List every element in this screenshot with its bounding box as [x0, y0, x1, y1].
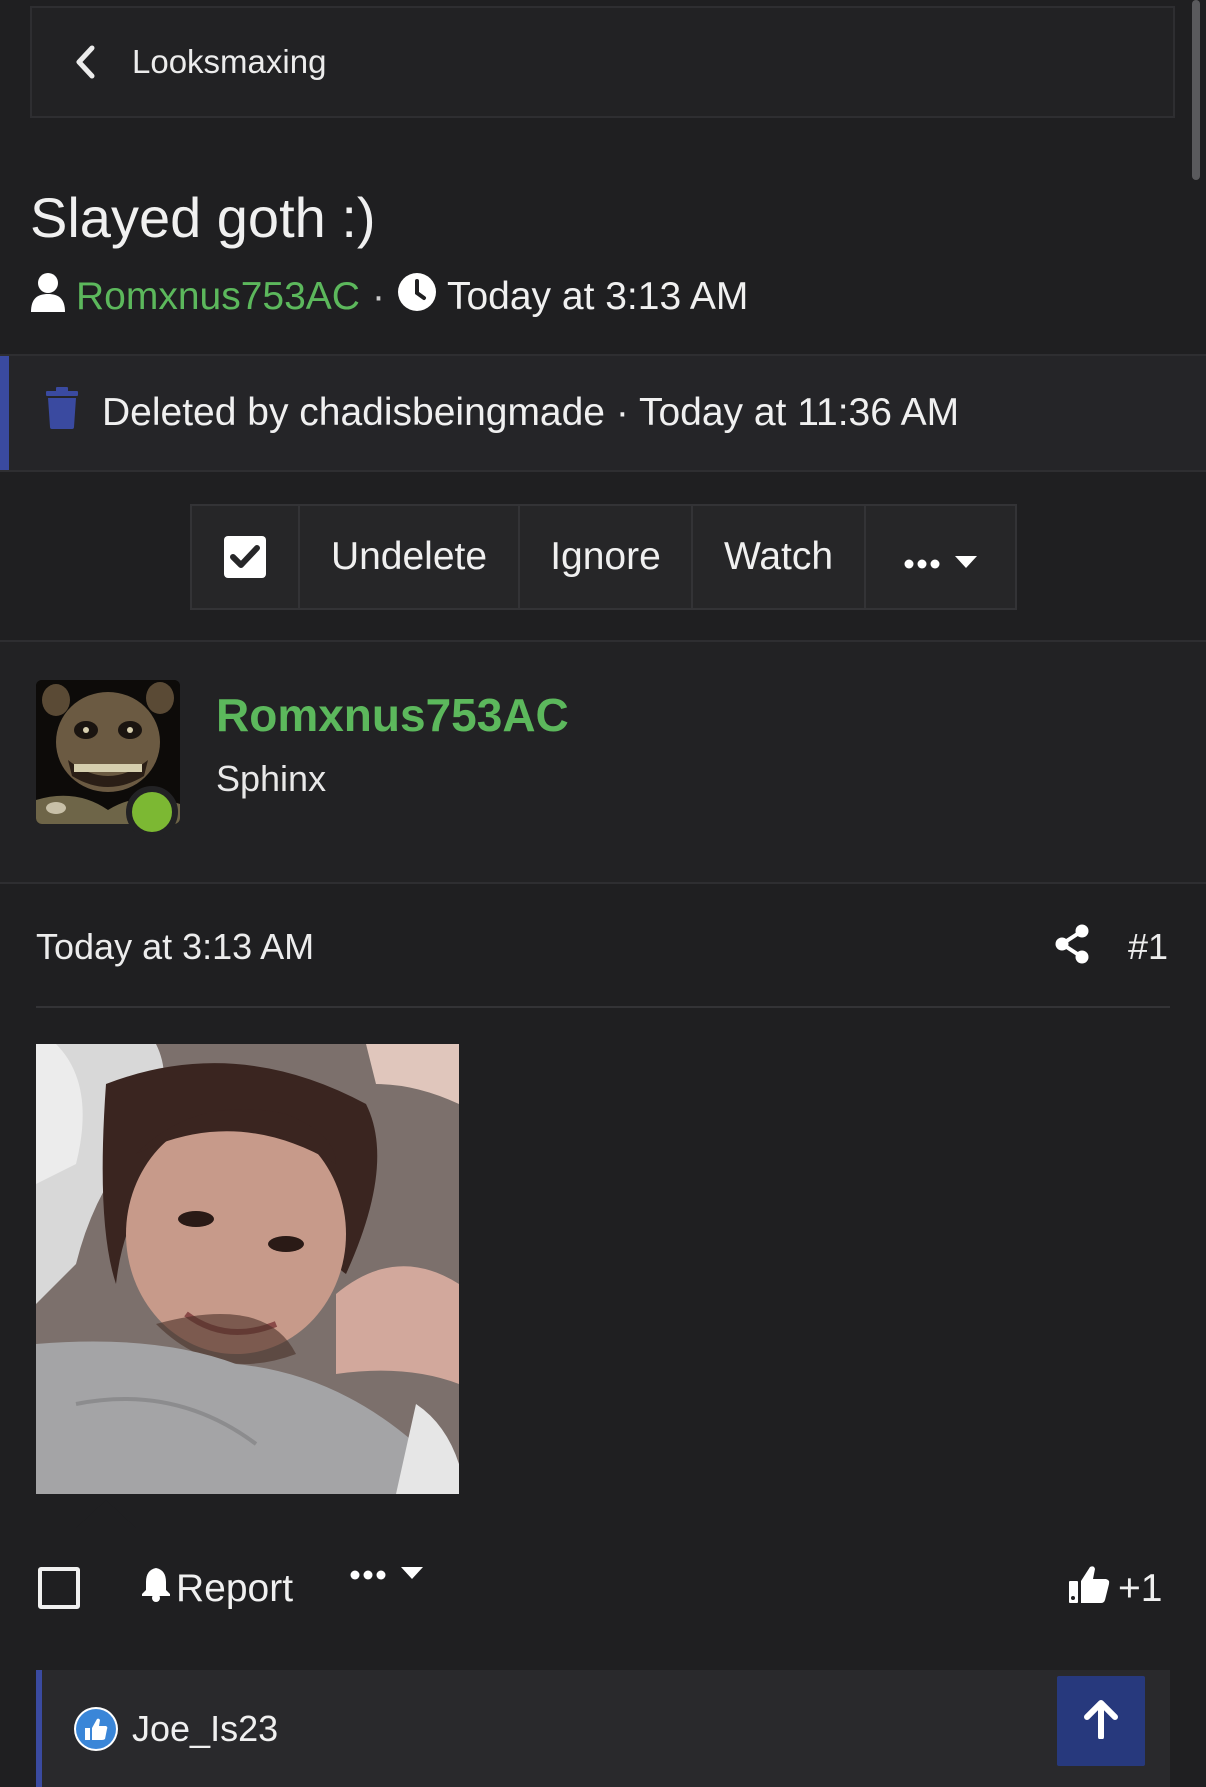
thread-action-bar: Undelete Ignore Watch [190, 504, 1017, 610]
checkmark-icon [224, 536, 266, 578]
trash-icon [44, 387, 80, 439]
thread-title: Slayed goth :) [30, 186, 376, 249]
thumbs-up-icon [1068, 1563, 1110, 1615]
post-more-button[interactable] [350, 1566, 424, 1585]
clock-icon [397, 272, 437, 322]
like-button[interactable]: +1 [1068, 1563, 1162, 1615]
post-image[interactable] [36, 1044, 459, 1494]
thread-meta: Romxnus753AC · Today at 3:13 AM [30, 272, 748, 322]
deleted-notice-text: Deleted by chadisbeingmade · Today at 11… [102, 391, 960, 434]
caret-down-icon [954, 535, 978, 579]
more-options-button[interactable] [866, 506, 1015, 608]
post-time[interactable]: Today at 3:13 AM [36, 926, 314, 968]
watch-button[interactable]: Watch [693, 506, 866, 608]
thread-time[interactable]: Today at 3:13 AM [447, 275, 748, 319]
post-user-header [0, 642, 1206, 1528]
deleted-notice: Deleted by chadisbeingmade · Today at 11… [0, 354, 1206, 472]
post-divider [36, 1006, 1170, 1008]
post-username[interactable]: Romxnus753AC [216, 688, 569, 742]
chevron-left-icon [74, 42, 114, 82]
scroll-to-top-button[interactable] [1057, 1676, 1145, 1766]
post-number-link[interactable]: #1 [1128, 926, 1168, 968]
thread-actions-area: Undelete Ignore Watch [0, 472, 1206, 642]
share-icon[interactable] [1054, 924, 1090, 969]
like-count: +1 [1118, 1567, 1163, 1610]
reactions-bar[interactable]: Joe_Is23 [36, 1670, 1170, 1787]
report-label: Report [176, 1567, 294, 1610]
undelete-button[interactable]: Undelete [300, 506, 520, 608]
thread-author-link[interactable]: Romxnus753AC [76, 275, 360, 319]
ellipsis-icon [350, 1567, 390, 1585]
meta-separator: · [371, 275, 385, 318]
online-indicator [126, 786, 178, 838]
breadcrumb-label: Looksmaxing [132, 43, 327, 80]
post-arrow [76, 1500, 136, 1528]
ignore-button[interactable]: Ignore [520, 506, 693, 608]
user-title: Sphinx [216, 758, 327, 799]
ellipsis-icon [904, 535, 944, 579]
user-icon [30, 272, 66, 322]
bell-icon [140, 1566, 176, 1612]
select-thread-checkbox[interactable] [192, 506, 300, 608]
like-reaction-icon [74, 1706, 118, 1751]
reaction-user[interactable]: Joe_Is23 [132, 1708, 278, 1750]
report-button[interactable]: Report [140, 1566, 293, 1612]
scrollbar[interactable] [1192, 0, 1200, 180]
caret-down-icon [400, 1566, 424, 1585]
select-post-checkbox[interactable] [38, 1567, 80, 1609]
arrow-up-icon [1083, 1699, 1119, 1744]
breadcrumb[interactable]: Looksmaxing [30, 6, 1175, 118]
page: Looksmaxing Slayed goth :) Romxnus753AC … [0, 0, 1206, 1787]
